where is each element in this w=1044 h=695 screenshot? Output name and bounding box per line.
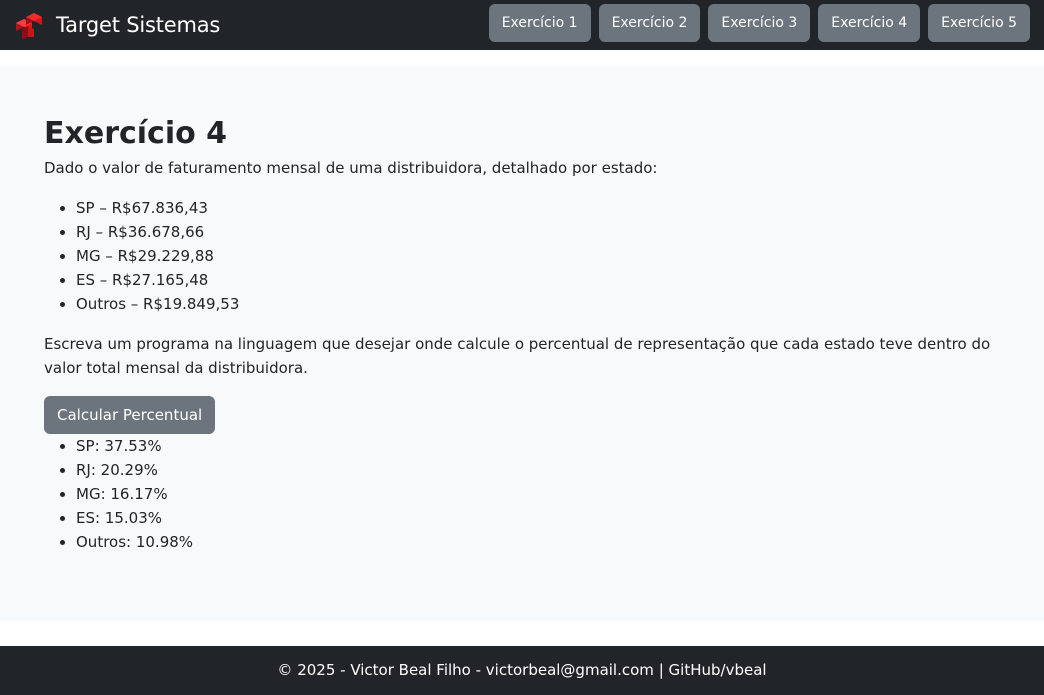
top-navbar: Target Sistemas Exercício 1 Exercício 2 … xyxy=(0,0,1044,50)
result-item: RJ: 20.29% xyxy=(76,458,1000,482)
brand-link[interactable]: Target Sistemas xyxy=(12,8,220,42)
exercise-1-button[interactable]: Exercício 1 xyxy=(488,4,591,42)
footer-copyright: © 2025 - Victor Beal Filho - victorbeal@… xyxy=(277,661,654,679)
task-description: Escreva um programa na linguagem que des… xyxy=(44,335,991,377)
brand-name: Target Sistemas xyxy=(56,13,221,37)
list-item: RJ – R$36.678,66 xyxy=(76,220,1000,244)
footer-separator: | xyxy=(658,661,664,679)
percentage-results-list: SP: 37.53% RJ: 20.29% MG: 16.17% ES: 15.… xyxy=(44,434,1000,554)
list-item: Outros – R$19.849,53 xyxy=(76,292,1000,316)
intro-text: Dado o valor de faturamento mensal de um… xyxy=(44,159,658,177)
red-cubes-logo-icon xyxy=(12,9,44,41)
revenue-list: SP – R$67.836,43 RJ – R$36.678,66 MG – R… xyxy=(44,196,1000,316)
page-footer: © 2025 - Victor Beal Filho - victorbeal@… xyxy=(0,646,1044,695)
result-item: SP: 37.53% xyxy=(76,434,1000,458)
exercise-5-button[interactable]: Exercício 5 xyxy=(928,4,1030,42)
list-item: SP – R$67.836,43 xyxy=(76,196,1000,220)
result-item: Outros: 10.98% xyxy=(76,530,1000,554)
github-link[interactable]: GitHub/vbeal xyxy=(669,661,767,679)
list-item: MG – R$29.229,88 xyxy=(76,244,1000,268)
exercise-2-button[interactable]: Exercício 2 xyxy=(598,4,701,42)
result-item: MG: 16.17% xyxy=(76,482,1000,506)
exercise-content: Exercício 4 Dado o valor de faturamento … xyxy=(0,66,1044,621)
exercise-4-button[interactable]: Exercício 4 xyxy=(818,4,921,42)
calculate-percentage-button[interactable]: Calcular Percentual xyxy=(44,396,216,434)
exercise-nav: Exercício 1 Exercício 2 Exercício 3 Exer… xyxy=(481,4,1030,42)
result-item: ES: 15.03% xyxy=(76,506,1000,530)
exercise-3-button[interactable]: Exercício 3 xyxy=(708,4,811,42)
page-title: Exercício 4 xyxy=(44,116,228,151)
list-item: ES – R$27.165,48 xyxy=(76,268,1000,292)
